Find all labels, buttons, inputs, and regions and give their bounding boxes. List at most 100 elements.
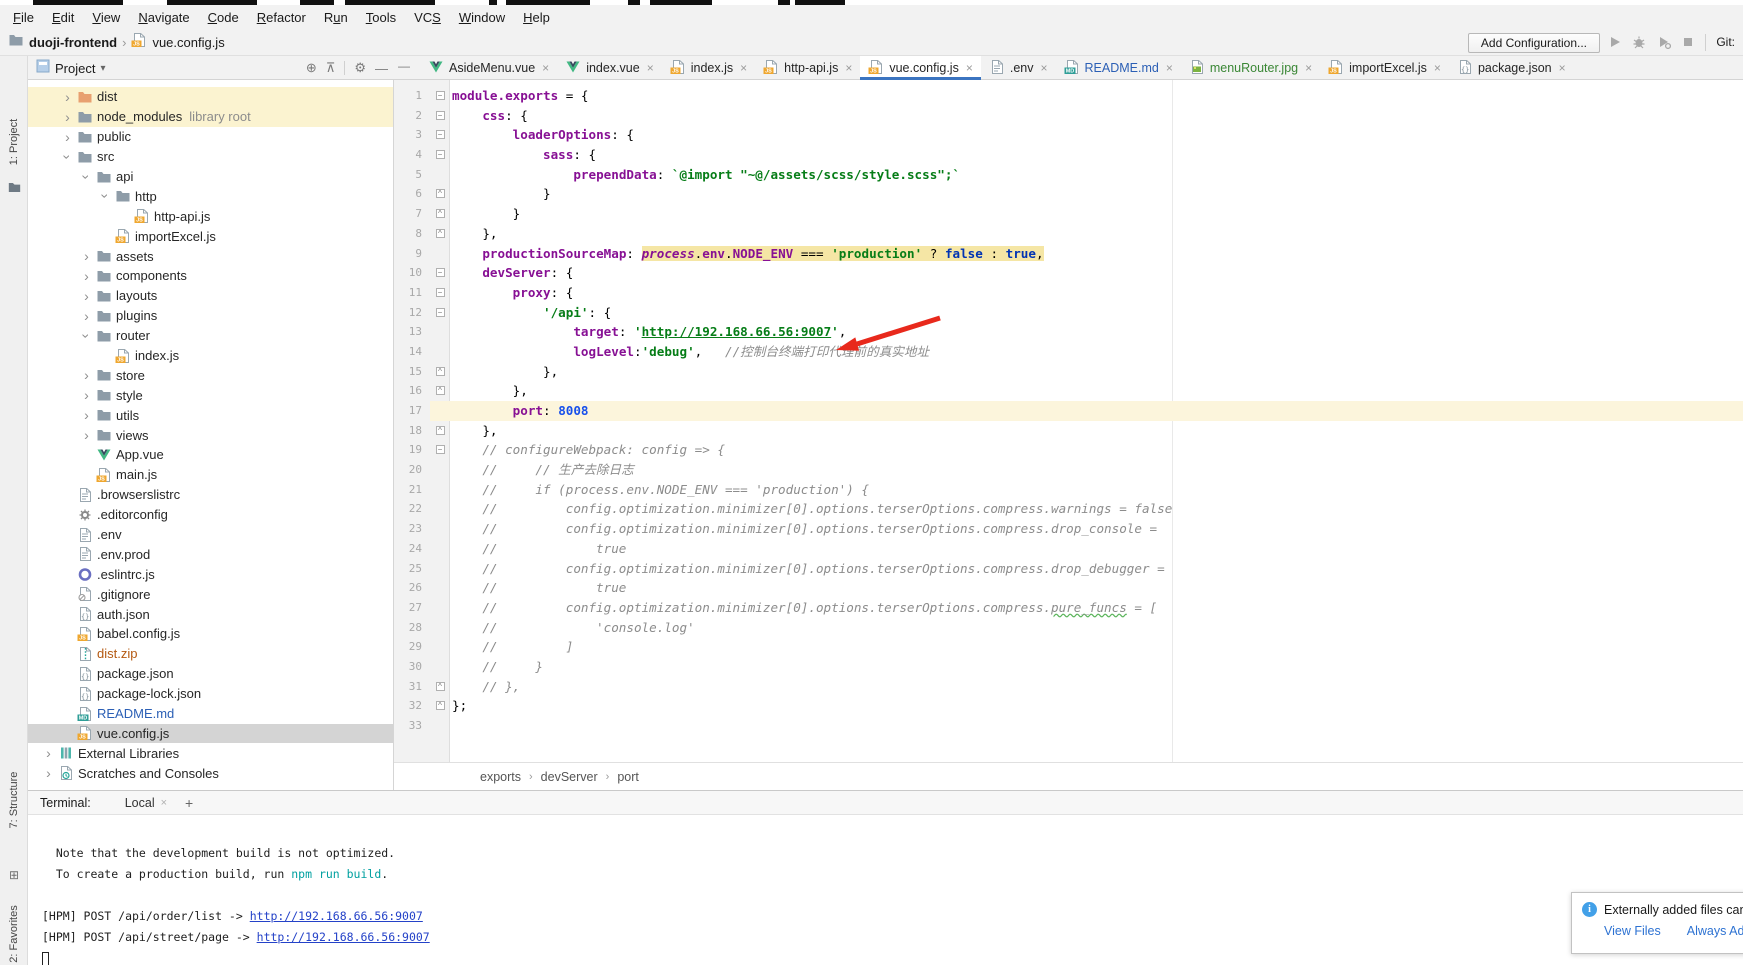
run-with-coverage-icon[interactable] [1657, 35, 1673, 51]
close-icon[interactable]: × [1040, 61, 1047, 75]
terminal-link[interactable]: http://192.168.66.56:9007 [257, 930, 430, 944]
menu-file[interactable]: File [4, 10, 43, 25]
code-line-7[interactable]: 7^ } [394, 204, 1743, 224]
chevron-right-icon[interactable]: › [78, 269, 95, 283]
code-line-29[interactable]: 29 // ] [394, 637, 1743, 657]
tab-http-api.js[interactable]: JShttp-api.js× [755, 56, 860, 80]
code-text[interactable]: // // 生产去除日志 [450, 460, 1743, 480]
code-text[interactable]: // }, [450, 677, 1743, 697]
chevron-down-icon[interactable]: › [80, 168, 94, 185]
tree-item-auth.json[interactable]: {}auth.json [28, 604, 393, 624]
tree-item-.editorconfig[interactable]: .editorconfig [28, 505, 393, 525]
code-text[interactable]: // config.optimization.minimizer[0].opti… [450, 499, 1743, 519]
close-icon[interactable]: × [966, 61, 973, 75]
always-add-link[interactable]: Always Add [1687, 924, 1743, 938]
tree-item-package.json[interactable]: {}package.json [28, 664, 393, 684]
editor-breadcrumb-port[interactable]: port [617, 770, 639, 784]
code-text[interactable]: // } [450, 657, 1743, 677]
fold-end-icon[interactable]: ^ [436, 189, 445, 198]
tree-item-node_modules[interactable]: ›node_moduleslibrary root [28, 107, 393, 127]
breadcrumb-file[interactable]: vue.config.js [152, 35, 224, 50]
menu-navigate[interactable]: Navigate [129, 10, 198, 25]
tree-item-http-api.js[interactable]: JShttp-api.js [28, 206, 393, 226]
close-icon[interactable]: × [647, 61, 654, 75]
fold-end-icon[interactable]: ^ [436, 367, 445, 376]
tree-item-assets[interactable]: ›assets [28, 246, 393, 266]
chevron-right-icon[interactable]: › [78, 309, 95, 323]
code-line-15[interactable]: 15^ }, [394, 362, 1743, 382]
code-text[interactable]: logLevel:'debug', //控制台终端打印代理前的真实地址 [450, 342, 1743, 362]
close-icon[interactable]: × [542, 61, 549, 75]
chevron-down-icon[interactable]: › [80, 327, 94, 344]
tree-item-package-lock.json[interactable]: {}package-lock.json [28, 684, 393, 704]
code-line-30[interactable]: 30 // } [394, 657, 1743, 677]
code-line-18[interactable]: 18^ }, [394, 421, 1743, 441]
code-line-14[interactable]: 14 logLevel:'debug', //控制台终端打印代理前的真实地址 [394, 342, 1743, 362]
menu-tools[interactable]: Tools [357, 10, 405, 25]
tree-item-vue.config.js[interactable]: JSvue.config.js [28, 724, 393, 744]
code-text[interactable]: // config.optimization.minimizer[0].opti… [450, 598, 1743, 618]
tree-item-babel.config.js[interactable]: JSbabel.config.js [28, 624, 393, 644]
tab-vue.config.js[interactable]: JSvue.config.js× [860, 56, 981, 80]
menu-help[interactable]: Help [514, 10, 559, 25]
fold-open-icon[interactable]: − [436, 130, 445, 139]
tree-item-store[interactable]: ›store [28, 365, 393, 385]
grid-icon[interactable]: ⊞ [7, 868, 21, 882]
tab-.env[interactable]: .env× [981, 56, 1056, 80]
stripe-project-button[interactable]: 1: Project [8, 92, 20, 192]
close-icon[interactable]: × [1559, 61, 1566, 75]
code-text[interactable]: target: 'http://192.168.66.56:9007', [450, 322, 1743, 342]
code-line-19[interactable]: 19− // configureWebpack: config => { [394, 440, 1743, 460]
stripe-favorites-button[interactable]: 2: Favorites [8, 884, 20, 965]
tree-item-index.js[interactable]: JSindex.js [28, 346, 393, 366]
code-text[interactable]: sass: { [450, 145, 1743, 165]
add-configuration-button[interactable]: Add Configuration... [1468, 33, 1600, 53]
menu-window[interactable]: Window [450, 10, 514, 25]
tab-importExcel.js[interactable]: JSimportExcel.js× [1320, 56, 1449, 80]
fold-end-icon[interactable]: ^ [436, 229, 445, 238]
code-line-32[interactable]: 32^}; [394, 696, 1743, 716]
code-line-33[interactable]: 33 [394, 716, 1743, 736]
tree-item-plugins[interactable]: ›plugins [28, 306, 393, 326]
code-editor[interactable]: 1−module.exports = {2− css: {3− loaderOp… [394, 80, 1743, 762]
code-line-6[interactable]: 6^ } [394, 184, 1743, 204]
tree-item-http[interactable]: ›http [28, 186, 393, 206]
tree-item-.env[interactable]: .env [28, 525, 393, 545]
tab-AsideMenu.vue[interactable]: AsideMenu.vue× [420, 56, 557, 80]
code-line-4[interactable]: 4− sass: { [394, 145, 1743, 165]
locate-file-icon[interactable]: ⊕ [306, 60, 317, 76]
tree-item-main.js[interactable]: JSmain.js [28, 465, 393, 485]
fold-end-icon[interactable]: ^ [436, 209, 445, 218]
tree-item-importExcel.js[interactable]: JSimportExcel.js [28, 226, 393, 246]
menu-edit[interactable]: Edit [43, 10, 83, 25]
code-text[interactable]: }, [450, 224, 1743, 244]
tree-item-External Libraries[interactable]: ›External Libraries [28, 743, 393, 763]
code-text[interactable]: // 'console.log' [450, 618, 1743, 638]
code-line-22[interactable]: 22 // config.optimization.minimizer[0].o… [394, 499, 1743, 519]
code-line-26[interactable]: 26 // true [394, 578, 1743, 598]
code-text[interactable]: port: 8008 [450, 401, 1743, 421]
tree-item-README.md[interactable]: MDREADME.md [28, 704, 393, 724]
tab-index.vue[interactable]: index.vue× [557, 56, 662, 80]
terminal-output[interactable]: Note that the development build is not o… [28, 815, 1743, 965]
fold-end-icon[interactable]: ^ [436, 682, 445, 691]
tab-README.md[interactable]: MDREADME.md× [1056, 56, 1181, 80]
collapse-all-icon[interactable]: ⊼ [326, 60, 336, 76]
git-label[interactable]: Git: [1716, 35, 1735, 49]
code-text[interactable]: loaderOptions: { [450, 125, 1743, 145]
code-text[interactable]: }; [450, 696, 1743, 716]
code-text[interactable]: productionSourceMap: process.env.NODE_EN… [450, 244, 1743, 264]
code-line-12[interactable]: 12− '/api': { [394, 303, 1743, 323]
code-line-27[interactable]: 27 // config.optimization.minimizer[0].o… [394, 598, 1743, 618]
breadcrumb-project[interactable]: duoji-frontend [29, 35, 117, 50]
close-icon[interactable]: × [1305, 61, 1312, 75]
code-text[interactable]: // if (process.env.NODE_ENV === 'product… [450, 480, 1743, 500]
chevron-right-icon[interactable]: › [59, 110, 76, 124]
chevron-right-icon[interactable]: › [78, 428, 95, 442]
menu-view[interactable]: View [83, 10, 129, 25]
code-text[interactable]: '/api': { [450, 303, 1743, 323]
code-text[interactable]: devServer: { [450, 263, 1743, 283]
close-icon[interactable]: × [1166, 61, 1173, 75]
menu-code[interactable]: Code [199, 10, 248, 25]
code-text[interactable]: proxy: { [450, 283, 1743, 303]
